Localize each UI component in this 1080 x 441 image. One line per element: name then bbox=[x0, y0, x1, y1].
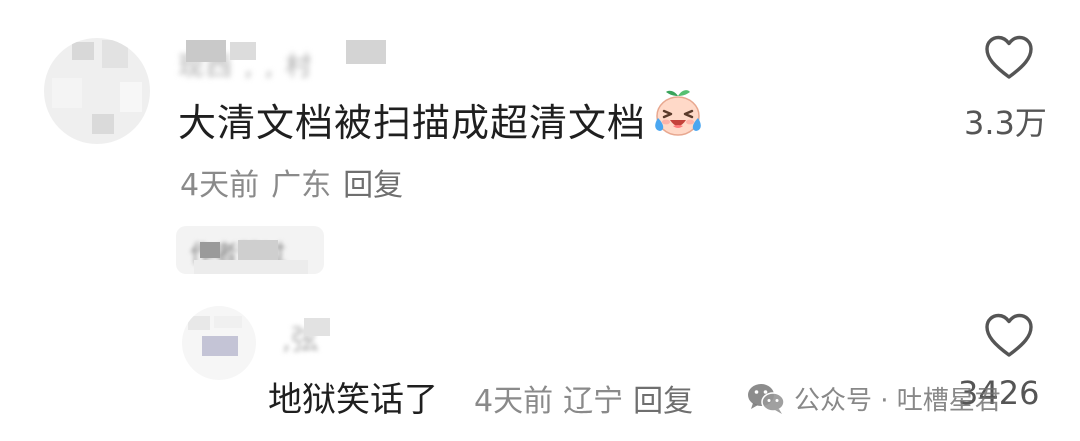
heart-icon[interactable] bbox=[984, 312, 1034, 360]
avatar-mosaic-block bbox=[202, 336, 238, 356]
badge-mosaic bbox=[194, 260, 308, 274]
avatar-mosaic-block bbox=[214, 316, 242, 328]
avatar-mosaic-block bbox=[120, 82, 142, 112]
comment-meta: 4天前 辽宁 回复 bbox=[474, 376, 703, 420]
badge-mosaic bbox=[238, 240, 278, 262]
watermark: 公众号 · 吐槽星君 bbox=[746, 378, 1001, 418]
reply-button[interactable]: 回复 bbox=[343, 168, 403, 203]
avatar-mosaic-block bbox=[72, 42, 94, 60]
username-mosaic bbox=[186, 40, 226, 62]
author-liked-badge: 作者赞过 bbox=[176, 226, 324, 274]
username-mosaic bbox=[230, 42, 256, 60]
avatar-mosaic-block bbox=[188, 316, 210, 330]
reply-button[interactable]: 回复 bbox=[633, 384, 693, 419]
badge-mosaic bbox=[200, 242, 220, 258]
commenter-avatar[interactable] bbox=[44, 38, 150, 144]
like-count: 3.3万 bbox=[964, 104, 1047, 142]
comment-text: 地狱笑话了 bbox=[268, 380, 438, 420]
laughing-crying-face-icon bbox=[655, 90, 701, 136]
comment-location: 广东 bbox=[271, 168, 332, 203]
commenter-username[interactable]: ,弦 bbox=[282, 318, 402, 356]
comment-location: 辽宁 bbox=[563, 384, 624, 419]
username-mosaic bbox=[304, 318, 330, 336]
commenter-username[interactable]: 现西 , , 村 bbox=[178, 40, 390, 82]
wechat-icon bbox=[748, 384, 785, 414]
comment-text: 大清文档被扫描成超清文档 bbox=[178, 101, 647, 145]
comment-time: 4天前 bbox=[180, 168, 260, 203]
comment-meta: 4天前 广东 回复 bbox=[180, 160, 415, 204]
commenter-avatar[interactable] bbox=[182, 306, 256, 380]
avatar-mosaic-block bbox=[52, 78, 82, 108]
comment-time: 4天前 bbox=[474, 384, 554, 419]
username-mosaic bbox=[346, 40, 386, 64]
avatar-mosaic-block bbox=[102, 40, 128, 68]
avatar-mosaic-block bbox=[92, 114, 114, 134]
heart-icon[interactable] bbox=[984, 34, 1034, 82]
watermark-text: 公众号 · 吐槽星君 bbox=[794, 385, 1001, 416]
